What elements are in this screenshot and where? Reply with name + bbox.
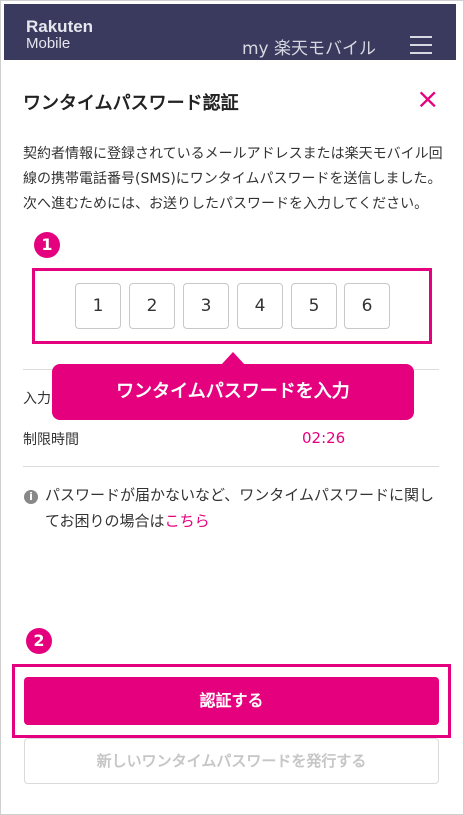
otp-digit-input[interactable]: 4 xyxy=(237,283,283,329)
logo-line1: Rakuten xyxy=(26,17,94,36)
otp-digit-input[interactable]: 3 xyxy=(183,283,229,329)
info-icon: i xyxy=(24,490,38,504)
logo-line2: Mobile xyxy=(26,35,71,52)
divider xyxy=(23,466,439,467)
timer-value: 02:26 xyxy=(302,429,346,447)
authenticate-button[interactable]: 認証する xyxy=(24,677,439,725)
resend-otp-button[interactable]: 新しいワンタイムパスワードを発行する xyxy=(24,738,439,784)
step-2-badge: 2 xyxy=(26,628,52,654)
help-text: パスワードが届かないなど、ワンタイムパスワードに関してお困りの場合はこちら xyxy=(45,482,445,534)
close-icon[interactable]: × xyxy=(416,85,439,113)
otp-callout: ワンタイムパスワードを入力 xyxy=(52,364,414,420)
top-header: Rakuten Mobile my 楽天モバイル xyxy=(4,4,456,60)
otp-digit-input[interactable]: 1 xyxy=(75,283,121,329)
timer-label: 制限時間 xyxy=(23,432,79,448)
rakuten-mobile-logo[interactable]: Rakuten Mobile xyxy=(26,18,93,52)
input-label: 入力 xyxy=(23,391,51,407)
help-message: パスワードが届かないなど、ワンタイムパスワードに関してお困りの場合は xyxy=(45,486,434,530)
help-link[interactable]: こちら xyxy=(165,512,210,530)
otp-digit-input[interactable]: 6 xyxy=(344,283,390,329)
otp-digit-input[interactable]: 5 xyxy=(291,283,337,329)
otp-description: 契約者情報に登録されているメールアドレスまたは楽天モバイル回線の携帯電話番号(S… xyxy=(23,146,443,212)
my-rakuten-mobile-link[interactable]: my 楽天モバイル xyxy=(242,34,376,59)
hamburger-menu-icon[interactable] xyxy=(410,36,432,60)
modal-title: ワンタイムパスワード認証 xyxy=(23,93,239,114)
step-1-badge: 1 xyxy=(34,232,60,258)
otp-digit-input[interactable]: 2 xyxy=(129,283,175,329)
